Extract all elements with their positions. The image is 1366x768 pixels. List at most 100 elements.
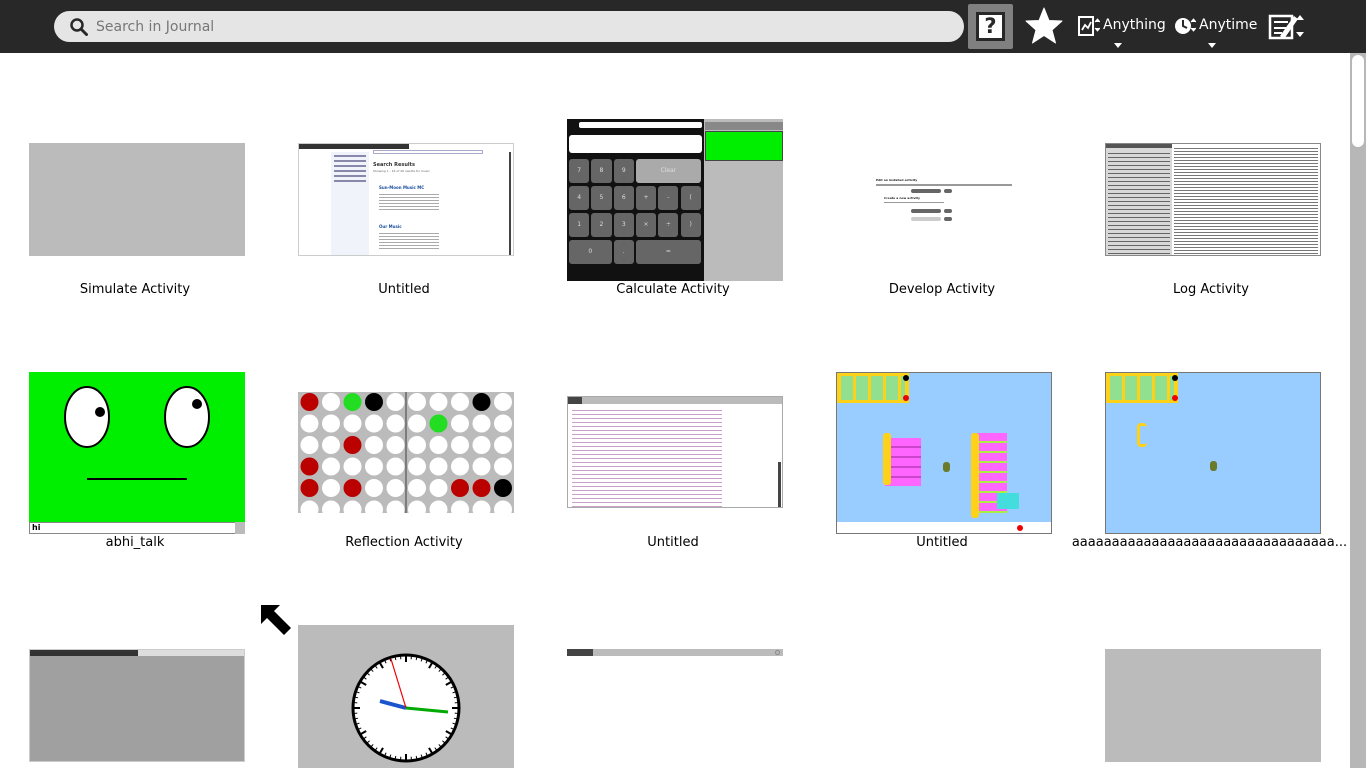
board-slot: [472, 414, 491, 433]
calc-key: Clear: [635, 159, 701, 183]
board-slot: [365, 414, 383, 433]
board-slot: [386, 479, 405, 497]
board-slot: [343, 500, 362, 513]
scrollbar-thumb[interactable]: [1352, 55, 1364, 147]
board-slot: [429, 436, 448, 454]
entry-thumbnail[interactable]: [29, 649, 245, 762]
board-slot: [300, 436, 319, 454]
board-slot: [300, 479, 319, 497]
journal-entry[interactable]: hi abhi_talk: [0, 313, 270, 566]
entry-thumbnail[interactable]: [1105, 649, 1321, 762]
thumbnail-line-1: Edit an installed activity: [876, 178, 918, 182]
calc-key: 4: [569, 186, 590, 210]
entry-thumbnail[interactable]: [298, 625, 514, 768]
entry-thumbnail[interactable]: [836, 372, 1052, 534]
journal-entry[interactable]: aaaaaaaaaaaaaaaaaaaaaaaaaaaaaaaaa...: [1072, 313, 1347, 566]
entry-thumbnail[interactable]: [298, 392, 514, 513]
board-slot: [408, 479, 426, 497]
thumbnail-line-2: Create a new activity: [884, 196, 920, 200]
vertical-scrollbar[interactable]: [1350, 53, 1366, 768]
board-slot: [322, 500, 340, 513]
board-slot: [408, 500, 426, 513]
journal-entry[interactable]: Untitled: [538, 313, 808, 566]
clock-filter-icon: [1175, 18, 1196, 34]
entry-thumbnail[interactable]: [567, 396, 783, 508]
board-slot: [429, 414, 448, 433]
board-slot: [343, 436, 362, 454]
entry-title: aaaaaaaaaaaaaaaaaaaaaaaaaaaaaaaaa...: [1071, 535, 1348, 550]
clock-face-icon: [351, 653, 461, 763]
journal-entry[interactable]: 7 8 9 Clear 4 5 6 + -(1 2 3 × ÷) 0. = Calculate Activi…: [538, 53, 808, 313]
entry-thumbnail[interactable]: 7 8 9 Clear 4 5 6 + -(1 2 3 × ÷) 0. =: [567, 119, 783, 281]
board-slot: [408, 436, 426, 454]
search-input[interactable]: [96, 11, 946, 42]
talk-text-field: hi: [32, 523, 41, 532]
board-slot: [472, 393, 491, 411]
journal-entry[interactable]: [0, 566, 270, 768]
favorite-star-icon[interactable]: [1024, 6, 1064, 46]
board-slot: [365, 457, 383, 476]
entry-thumbnail[interactable]: [567, 649, 783, 768]
talking-face-icon: [64, 386, 210, 480]
calc-key: 2: [591, 213, 612, 237]
entry-title: Log Activity: [1173, 282, 1249, 297]
board-slot: [472, 479, 491, 497]
entry-title: Calculate Activity: [616, 282, 730, 297]
journal-entry[interactable]: Log Activity: [1076, 53, 1346, 313]
board-slot: [386, 436, 405, 454]
filter-time-dropdown[interactable]: Anytime: [1174, 10, 1264, 48]
calculator-keypad: 7 8 9 Clear 4 5 6 + -(1 2 3 × ÷) 0. =: [569, 159, 702, 279]
entry-title: abhi_talk: [105, 535, 165, 550]
filter-type-label: Anything: [1103, 17, 1166, 33]
chevron-down-icon: [235, 522, 245, 534]
journal-entry[interactable]: Untitled: [807, 313, 1077, 566]
activity-filter-icon: [1078, 16, 1100, 36]
board-slot: [408, 457, 426, 476]
entry-title: Reflection Activity: [345, 535, 463, 550]
board-slot: [494, 479, 512, 497]
board-slot: [472, 500, 491, 513]
board-slot: [472, 457, 491, 476]
calc-key: ): [680, 213, 701, 237]
clock-tick: [415, 657, 418, 661]
board-slot: [365, 500, 383, 513]
board-slot: [451, 500, 469, 513]
journal-entry[interactable]: Edit an installed activity Create a new …: [807, 53, 1077, 313]
board-slot: [451, 436, 469, 454]
board-slot: [343, 414, 362, 433]
journal-entry[interactable]: Reflection Activity: [269, 313, 539, 566]
sort-view-icon[interactable]: [1268, 12, 1308, 42]
search-bar[interactable]: [54, 11, 964, 42]
entry-thumbnail[interactable]: [1105, 372, 1321, 534]
board-slot: [429, 393, 448, 411]
calc-key: 0: [569, 240, 612, 264]
journal-grid: Simulate Activity Search Results Showing…: [0, 53, 1350, 768]
entry-thumbnail[interactable]: Search Results Showing 1 - 16 of 26 resu…: [298, 143, 514, 256]
board-slot: [451, 457, 469, 476]
filter-time-label: Anytime: [1199, 17, 1258, 33]
board-slot: [451, 479, 469, 497]
help-button[interactable]: ?: [968, 4, 1013, 49]
thumbnail-subheading: Showing 1 - 16 of 26 results for music: [373, 169, 430, 173]
journal-entry[interactable]: Simulate Activity: [0, 53, 270, 313]
entry-thumbnail[interactable]: [1105, 143, 1321, 256]
filter-type-dropdown[interactable]: Anything: [1078, 10, 1168, 48]
turtle-icon: [943, 462, 950, 472]
entry-title: Untitled: [916, 535, 968, 550]
board-slot: [322, 414, 340, 433]
entry-thumbnail[interactable]: [29, 143, 245, 256]
journal-entry[interactable]: [269, 566, 539, 768]
board-slot: [365, 436, 383, 454]
entry-thumbnail[interactable]: hi: [29, 372, 245, 534]
board-slot: [408, 414, 426, 433]
calc-key: ×: [635, 213, 657, 237]
chevron-down-icon: [1114, 43, 1122, 48]
entry-thumbnail[interactable]: Edit an installed activity Create a new …: [836, 143, 1052, 256]
journal-entry[interactable]: [538, 566, 808, 768]
board-slot: [300, 414, 319, 433]
thumbnail-result-2: Our Music: [379, 224, 402, 229]
calc-key: 3: [613, 213, 634, 237]
entry-title: Simulate Activity: [79, 282, 191, 297]
journal-entry[interactable]: [1076, 566, 1346, 768]
journal-entry[interactable]: Search Results Showing 1 - 16 of 26 resu…: [269, 53, 539, 313]
